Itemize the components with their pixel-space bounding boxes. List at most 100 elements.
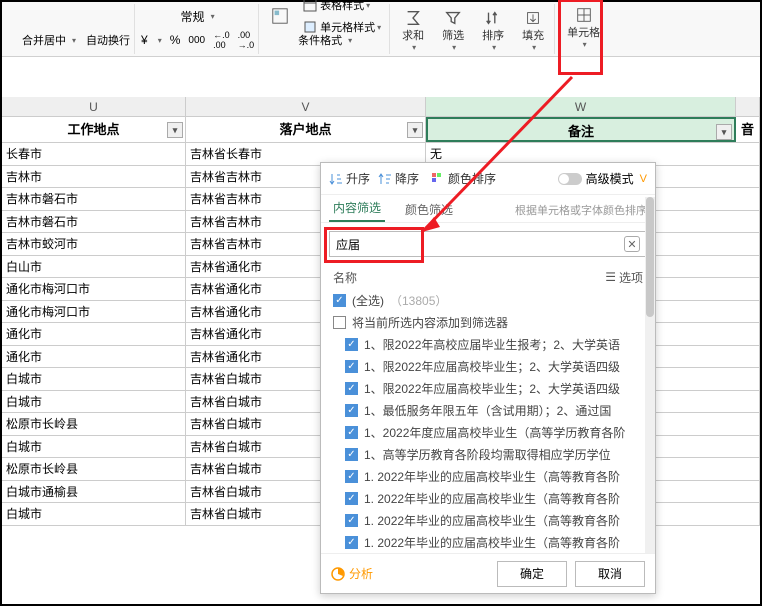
- fill-btn[interactable]: 填充▾: [516, 7, 550, 54]
- cell-work-location[interactable]: 长春市: [2, 143, 186, 165]
- decimal-inc-btn[interactable]: ←.0.00: [213, 30, 230, 50]
- tab-content-filter[interactable]: 内容筛选: [329, 199, 385, 222]
- cancel-button[interactable]: 取消: [575, 561, 645, 587]
- checkbox-icon[interactable]: [345, 360, 358, 373]
- cell-work-location[interactable]: 通化市: [2, 346, 186, 368]
- checkbox-icon[interactable]: [333, 316, 346, 329]
- filter-item[interactable]: 1. 2022年毕业的应届高校毕业生（高等教育各阶: [345, 531, 643, 553]
- col-header-u[interactable]: U: [2, 97, 186, 116]
- filter-item[interactable]: 1. 2022年毕业的应届高校毕业生（高等教育各阶: [345, 509, 643, 531]
- filter-dropdown-u[interactable]: [167, 122, 183, 138]
- filter-item[interactable]: 1. 2022年毕业的应届高校毕业生（高等教育各阶: [345, 465, 643, 487]
- sort-btn[interactable]: 排序▾: [476, 7, 510, 54]
- table-header-row: 工作地点 落户地点 备注 音: [2, 117, 760, 143]
- header-remark: 备注: [426, 117, 736, 142]
- analyze-btn[interactable]: 分析: [331, 565, 373, 582]
- filter-item-add-current[interactable]: 将当前所选内容添加到筛选器: [333, 311, 643, 333]
- name-label: 名称: [333, 269, 357, 286]
- cell-btn[interactable]: 单元格▾: [561, 4, 606, 51]
- filter-item[interactable]: 1、限2022年应届高校毕业生；2、大学英语四级: [345, 377, 643, 399]
- checkbox-icon[interactable]: [345, 514, 358, 527]
- filter-name-row: 名称 ☰ 选项: [321, 265, 655, 289]
- filter-panel: 升序 降序 颜色排序 高级模式 V 内容筛选 颜色筛选 根据单元格或字体颜色排序…: [320, 162, 656, 594]
- filter-sort-row: 升序 降序 颜色排序 高级模式 V: [321, 163, 655, 195]
- cell-work-location[interactable]: 白城市: [2, 503, 186, 525]
- sum-btn[interactable]: 求和▾: [396, 7, 430, 54]
- cell-work-location[interactable]: 白城市: [2, 368, 186, 390]
- cell-work-location[interactable]: 吉林市蛟河市: [2, 233, 186, 255]
- wrap-icon[interactable]: [78, 14, 86, 18]
- align-icon-1[interactable]: [54, 14, 62, 18]
- header-work-location: 工作地点: [2, 117, 186, 142]
- cell-work-location[interactable]: 松原市长岭县: [2, 413, 186, 435]
- checkbox-icon[interactable]: [333, 294, 346, 307]
- cell-work-location[interactable]: 白山市: [2, 256, 186, 278]
- merge-center-label[interactable]: 合并居中: [22, 32, 66, 48]
- percent-btn[interactable]: %: [170, 33, 181, 47]
- wrap-text-label[interactable]: 自动换行: [86, 32, 130, 48]
- checkbox-icon[interactable]: [345, 338, 358, 351]
- color-sort-btn[interactable]: 颜色排序: [431, 170, 496, 187]
- filter-search-input[interactable]: [336, 237, 624, 251]
- col-header-end[interactable]: [736, 97, 760, 116]
- filter-item[interactable]: 1. 2022年毕业的应届高校毕业生（高等教育各阶: [345, 487, 643, 509]
- col-header-w[interactable]: W: [426, 97, 736, 116]
- cell-work-location[interactable]: 白城市: [2, 436, 186, 458]
- ok-button[interactable]: 确定: [497, 561, 567, 587]
- filter-list[interactable]: (全选) （13805） 将当前所选内容添加到筛选器 1、限2022年高校应届毕…: [321, 289, 655, 553]
- decimal-dec-btn[interactable]: .00→.0: [238, 30, 255, 50]
- toolbar-group-data: 求和▾ 筛选▾ 排序▾ 填充▾: [392, 4, 555, 54]
- cell-work-location[interactable]: 通化市: [2, 323, 186, 345]
- sort-asc-btn[interactable]: 升序: [329, 170, 370, 187]
- checkbox-icon[interactable]: [345, 448, 358, 461]
- filter-btn[interactable]: 筛选▾: [436, 7, 470, 54]
- filter-dropdown-v[interactable]: [407, 122, 423, 138]
- filter-dropdown-w[interactable]: [716, 124, 732, 140]
- column-header-row: U V W: [2, 97, 760, 117]
- filter-item[interactable]: 1、最低服务年限五年（含试用期）；2、通过国: [345, 399, 643, 421]
- cell-work-location[interactable]: 吉林市磐石市: [2, 211, 186, 233]
- hamburger-icon: ☰: [605, 270, 616, 284]
- checkbox-icon[interactable]: [345, 404, 358, 417]
- cell-work-location[interactable]: 通化市梅河口市: [2, 278, 186, 300]
- cell-work-location[interactable]: 白城市通榆县: [2, 481, 186, 503]
- filter-item[interactable]: 1、限2022年应届高校毕业生；2、大学英语四级: [345, 355, 643, 377]
- filter-bottom-bar: 分析 确定 取消: [321, 553, 655, 593]
- number-format-select[interactable]: 常规: [181, 8, 205, 25]
- cell-work-location[interactable]: 吉林市: [2, 166, 186, 188]
- checkbox-icon[interactable]: [345, 492, 358, 505]
- scrollbar[interactable]: [645, 197, 655, 553]
- tab-color-filter[interactable]: 颜色筛选: [401, 201, 457, 222]
- toggle-switch[interactable]: [558, 173, 582, 185]
- toolbar-group-align: 合并居中▾ 自动换行: [6, 4, 135, 54]
- checkbox-icon[interactable]: [345, 426, 358, 439]
- header-settle-location: 落户地点: [186, 117, 426, 142]
- options-btn[interactable]: ☰ 选项: [605, 269, 643, 286]
- filter-item[interactable]: 1、2022年度应届高校毕业生（高等学历教育各阶: [345, 421, 643, 443]
- cond-format-btn[interactable]: [265, 5, 295, 27]
- col-header-v[interactable]: V: [186, 97, 426, 116]
- checkbox-icon[interactable]: [345, 470, 358, 483]
- cond-format-label[interactable]: 条件格式: [298, 32, 342, 48]
- filter-item-select-all[interactable]: (全选) （13805）: [333, 289, 643, 311]
- cell-work-location[interactable]: 通化市梅河口市: [2, 301, 186, 323]
- align-icon-2[interactable]: [10, 38, 18, 42]
- toolbar-group-number: 常规▾ ¥▾ % 000 ←.0.00 .00→.0: [137, 4, 259, 54]
- toolbar-group-cell: 单元格▾: [557, 4, 610, 54]
- advanced-mode-toggle[interactable]: 高级模式 V: [558, 170, 647, 187]
- filter-item[interactable]: 1、限2022年高校应届毕业生报考；2、大学英语: [345, 333, 643, 355]
- filter-search-box: ✕: [329, 231, 647, 257]
- currency-btn[interactable]: ¥: [141, 33, 148, 47]
- merge-icon[interactable]: [66, 14, 74, 18]
- clear-search-btn[interactable]: ✕: [624, 236, 640, 252]
- ribbon-toolbar: 合并居中▾ 自动换行 常规▾ ¥▾ % 000 ←.0.00 .00→.0 表格…: [2, 2, 760, 57]
- table-style-btn[interactable]: 表格样式▾: [299, 0, 385, 15]
- filter-item[interactable]: 1、高等学历教育各阶段均需取得相应学历学位: [345, 443, 643, 465]
- sort-desc-btn[interactable]: 降序: [378, 170, 419, 187]
- cell-work-location[interactable]: 吉林市磐石市: [2, 188, 186, 210]
- thousands-btn[interactable]: 000: [188, 35, 205, 46]
- cell-work-location[interactable]: 松原市长岭县: [2, 458, 186, 480]
- cell-work-location[interactable]: 白城市: [2, 391, 186, 413]
- checkbox-icon[interactable]: [345, 536, 358, 549]
- checkbox-icon[interactable]: [345, 382, 358, 395]
